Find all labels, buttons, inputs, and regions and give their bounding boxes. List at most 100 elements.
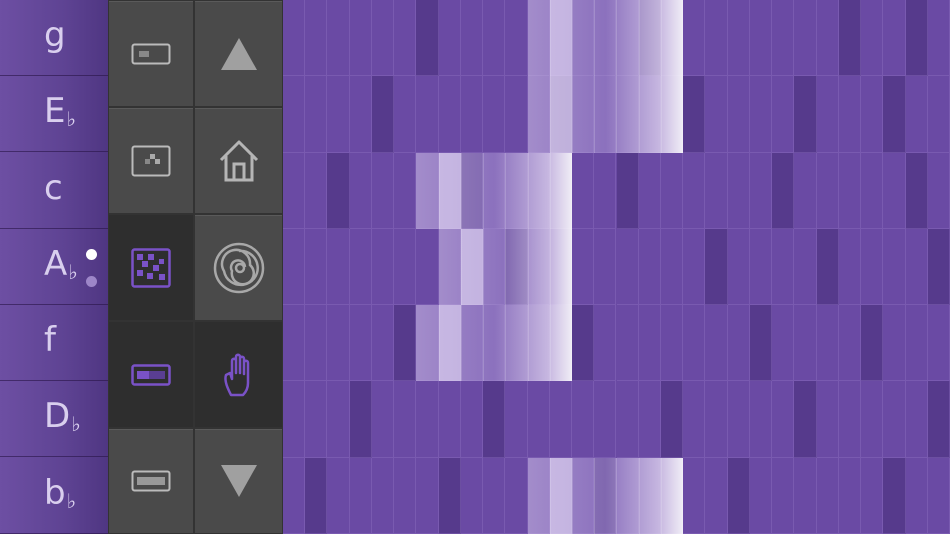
grid-cell[interactable] xyxy=(816,381,839,458)
grid-cell[interactable] xyxy=(460,0,484,77)
note-grid[interactable] xyxy=(283,0,950,534)
note-row-label[interactable]: A♭ xyxy=(0,229,108,305)
grid-cell[interactable] xyxy=(394,457,417,534)
grid-cell[interactable] xyxy=(794,457,817,534)
note-block[interactable] xyxy=(527,76,684,153)
grid-cell[interactable] xyxy=(438,381,461,458)
grid-cell[interactable] xyxy=(349,305,372,382)
grid-cell[interactable] xyxy=(838,152,862,229)
grid-cell[interactable] xyxy=(371,152,395,229)
grid-cell[interactable] xyxy=(371,457,395,534)
grid-cell[interactable] xyxy=(838,0,862,77)
grid-cell[interactable] xyxy=(283,457,306,534)
grid-cell[interactable] xyxy=(883,381,906,458)
grid-cell[interactable] xyxy=(505,76,528,153)
grid-cell[interactable] xyxy=(749,381,773,458)
grid-cell[interactable] xyxy=(861,305,884,382)
grid-cell[interactable] xyxy=(705,152,728,229)
grid-cell[interactable] xyxy=(905,76,928,153)
grid-cell[interactable] xyxy=(460,76,484,153)
grid-cell[interactable] xyxy=(305,305,328,382)
grid-cell[interactable] xyxy=(305,381,328,458)
grid-cell[interactable] xyxy=(349,76,372,153)
grid-cell[interactable] xyxy=(794,76,817,153)
grid-cell[interactable] xyxy=(327,228,350,306)
grid-cell[interactable] xyxy=(816,457,839,534)
grid-cell[interactable] xyxy=(927,152,950,229)
grid-cell[interactable] xyxy=(416,381,439,458)
grid-cell[interactable] xyxy=(683,381,706,458)
grid-cell[interactable] xyxy=(883,457,906,534)
note-block[interactable] xyxy=(416,305,573,382)
grid-cell[interactable] xyxy=(772,0,795,77)
grid-cell[interactable] xyxy=(283,305,306,382)
grid-cell[interactable] xyxy=(394,228,417,306)
grid-cell[interactable] xyxy=(327,381,350,458)
grid-cell[interactable] xyxy=(505,0,528,77)
grid-cell[interactable] xyxy=(794,305,817,382)
grid-cell[interactable] xyxy=(572,228,595,306)
arrow-down-button[interactable] xyxy=(194,428,283,534)
grid-cell[interactable] xyxy=(861,228,884,306)
grid-cell[interactable] xyxy=(371,76,395,153)
grid-cell[interactable] xyxy=(394,152,417,229)
grid-cell[interactable] xyxy=(549,381,573,458)
grid-cell[interactable] xyxy=(371,305,395,382)
grid-cell[interactable] xyxy=(394,0,417,77)
grid-cell[interactable] xyxy=(727,305,750,382)
grid-cell[interactable] xyxy=(883,76,906,153)
spiral-button[interactable] xyxy=(194,214,283,321)
grid-cell[interactable] xyxy=(572,381,595,458)
grid-cell[interactable] xyxy=(683,457,706,534)
grid-cell[interactable] xyxy=(905,457,928,534)
grid-cell[interactable] xyxy=(705,76,728,153)
grid-cell[interactable] xyxy=(727,228,750,306)
grid-cell[interactable] xyxy=(772,152,795,229)
grid-cell[interactable] xyxy=(683,305,706,382)
grid-cell[interactable] xyxy=(861,152,884,229)
grid-cell[interactable] xyxy=(883,305,906,382)
grid-cell[interactable] xyxy=(772,305,795,382)
grid-cell[interactable] xyxy=(594,228,617,306)
grid-cell[interactable] xyxy=(349,0,372,77)
grid-cell[interactable] xyxy=(727,0,750,77)
grid-cell[interactable] xyxy=(794,0,817,77)
note-row-label[interactable]: c xyxy=(0,153,108,229)
grid-cell[interactable] xyxy=(594,381,617,458)
grid-cell[interactable] xyxy=(749,457,773,534)
grid-cell[interactable] xyxy=(638,152,661,229)
grid-cell[interactable] xyxy=(727,76,750,153)
grid-cell[interactable] xyxy=(660,381,684,458)
grid-cell[interactable] xyxy=(705,381,728,458)
grid-cell[interactable] xyxy=(927,381,950,458)
grid-cell[interactable] xyxy=(838,381,862,458)
grid-cell[interactable] xyxy=(727,381,750,458)
grid-cell[interactable] xyxy=(749,76,773,153)
grid-cell[interactable] xyxy=(638,228,661,306)
note-block[interactable] xyxy=(527,0,684,77)
grid-cell[interactable] xyxy=(483,381,506,458)
dotted-block-button[interactable] xyxy=(108,107,194,214)
grid-cell[interactable] xyxy=(305,228,328,306)
grid-cell[interactable] xyxy=(772,457,795,534)
grid-cell[interactable] xyxy=(816,76,839,153)
grid-cell[interactable] xyxy=(838,457,862,534)
grid-cell[interactable] xyxy=(349,152,372,229)
note-row-label[interactable]: E♭ xyxy=(0,76,108,153)
grid-cell[interactable] xyxy=(283,228,306,306)
grid-cell[interactable] xyxy=(705,457,728,534)
grid-cell[interactable] xyxy=(905,228,928,306)
grid-cell[interactable] xyxy=(749,0,773,77)
grid-cell[interactable] xyxy=(660,305,684,382)
grid-cell[interactable] xyxy=(883,152,906,229)
hand-button[interactable] xyxy=(194,321,283,428)
grid-cell[interactable] xyxy=(638,305,661,382)
grid-cell[interactable] xyxy=(794,381,817,458)
grid-cell[interactable] xyxy=(816,0,839,77)
grid-cell[interactable] xyxy=(305,76,328,153)
grid-cell[interactable] xyxy=(572,305,595,382)
grid-cell[interactable] xyxy=(660,228,684,306)
grid-cell[interactable] xyxy=(483,0,506,77)
grid-cell[interactable] xyxy=(794,228,817,306)
grid-cell[interactable] xyxy=(927,457,950,534)
